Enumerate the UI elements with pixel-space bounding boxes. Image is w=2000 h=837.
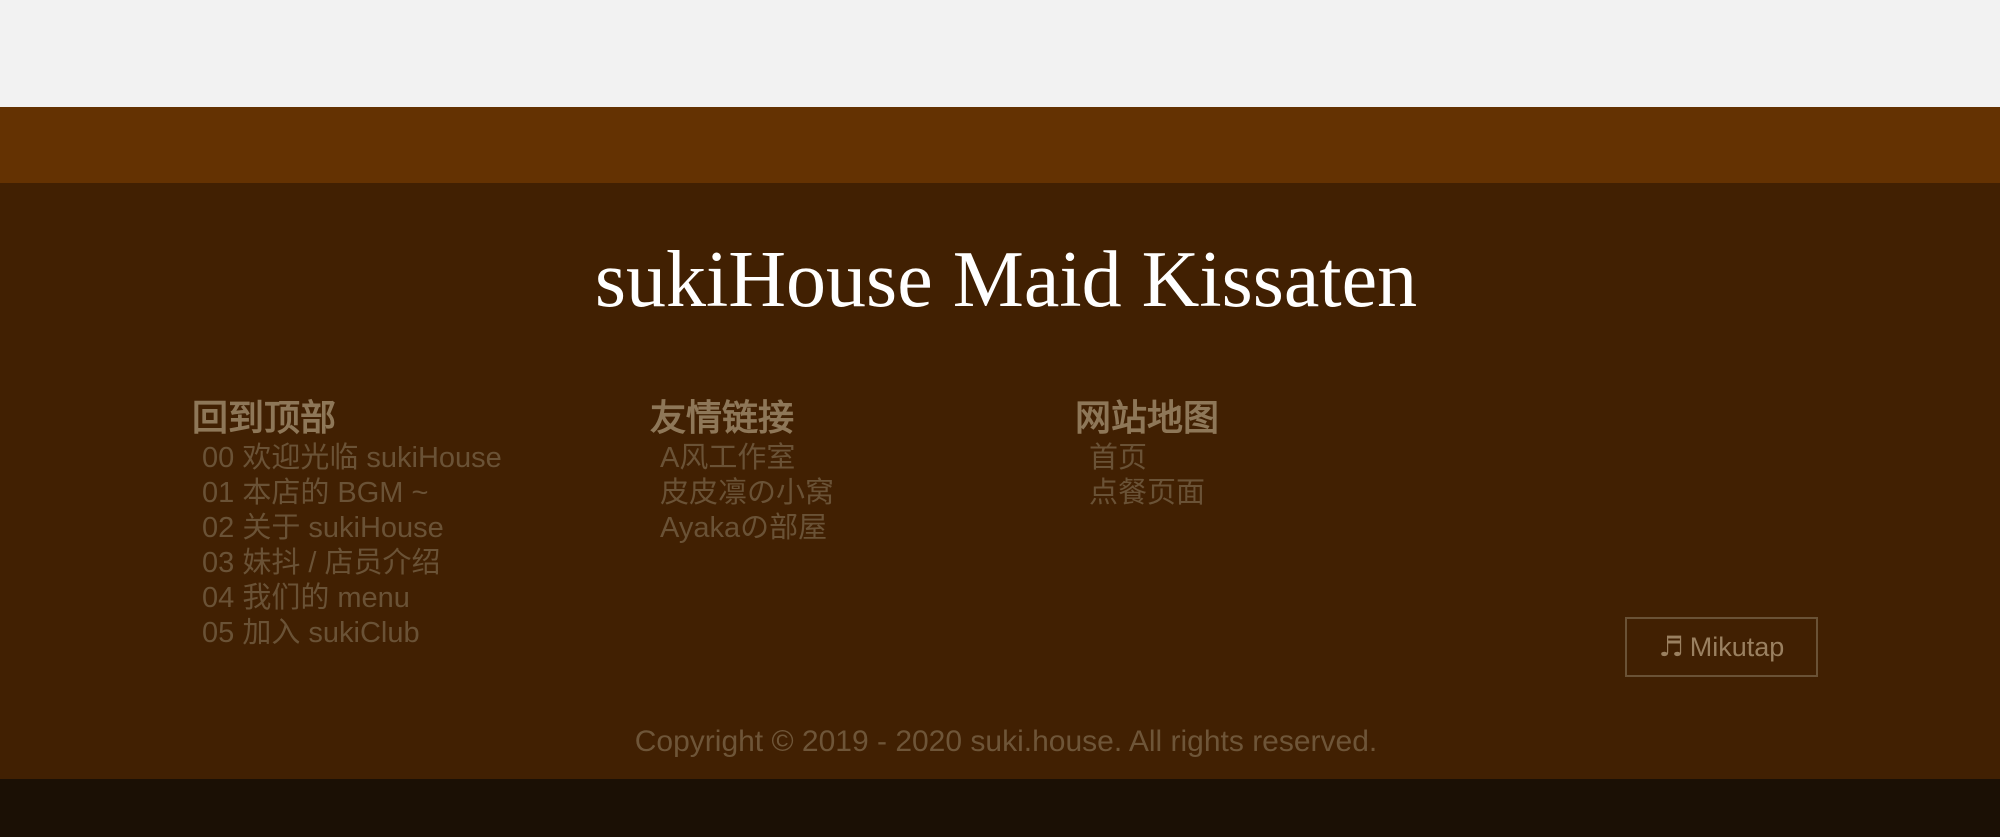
list-item: 04 我们的 menu [202,581,502,616]
footer-link-join-club[interactable]: 05 加入 sukiClub [202,617,420,649]
list-item: 首页 [1089,441,1219,476]
footer-link-menu[interactable]: 04 我们的 menu [202,582,410,614]
footer-link-staff[interactable]: 03 妹抖 / 店员介绍 [202,547,441,579]
list-item: Ayakaの部屋 [660,511,834,546]
page-bottom-strip [0,779,2000,837]
footer-link-afeng-studio[interactable]: A风工作室 [660,442,795,474]
footer-link-list: 首页 点餐页面 [1075,441,1219,511]
mikutap-button-label: Mikutap [1689,631,1785,662]
footer-link-welcome[interactable]: 00 欢迎光临 sukiHouse [202,442,502,474]
page-top-area [0,0,2000,107]
footer-column-friend-links: 友情链接 A风工作室 皮皮凛の小窝 Ayakaの部屋 [650,395,834,546]
footer-link-home[interactable]: 首页 [1089,442,1147,474]
mikutap-button[interactable]: ♬ Mikutap [1625,617,1818,677]
list-item: 05 加入 sukiClub [202,616,502,651]
footer-link-list: A风工作室 皮皮凛の小窝 Ayakaの部屋 [650,441,834,546]
music-note-icon: ♬ [1658,630,1684,663]
footer-column-back-to-top: 回到顶部 00 欢迎光临 sukiHouse 01 本店的 BGM ~ 02 关… [192,395,502,651]
footer-link-order-page[interactable]: 点餐页面 [1089,477,1205,509]
footer-column-heading: 网站地图 [1075,397,1220,438]
footer-accent-band [0,107,2000,183]
footer-link-list: 00 欢迎光临 sukiHouse 01 本店的 BGM ~ 02 关于 suk… [192,441,502,651]
list-item: 皮皮凛の小窝 [660,476,834,511]
footer-site-title: sukiHouse Maid Kissaten [594,236,1418,324]
list-item: 00 欢迎光临 sukiHouse [202,441,502,476]
list-item: 点餐页面 [1089,476,1219,511]
copyright-notice: Copyright © 2019 - 2020 suki.house. All … [634,725,1378,758]
list-item: A风工作室 [660,441,834,476]
footer-link-ayaka-room[interactable]: Ayakaの部屋 [660,512,827,544]
list-item: 03 妹抖 / 店员介绍 [202,546,502,581]
footer-column-sitemap: 网站地图 首页 点餐页面 [1075,395,1219,511]
footer-link-bgm[interactable]: 01 本店的 BGM ~ [202,477,428,509]
footer-link-pipilin-nest[interactable]: 皮皮凛の小窝 [660,477,834,509]
footer-column-heading: 友情链接 [650,397,795,438]
list-item: 02 关于 sukiHouse [202,511,502,546]
list-item: 01 本店的 BGM ~ [202,476,502,511]
footer-link-about[interactable]: 02 关于 sukiHouse [202,512,444,544]
footer-column-heading: 回到顶部 [192,397,337,438]
